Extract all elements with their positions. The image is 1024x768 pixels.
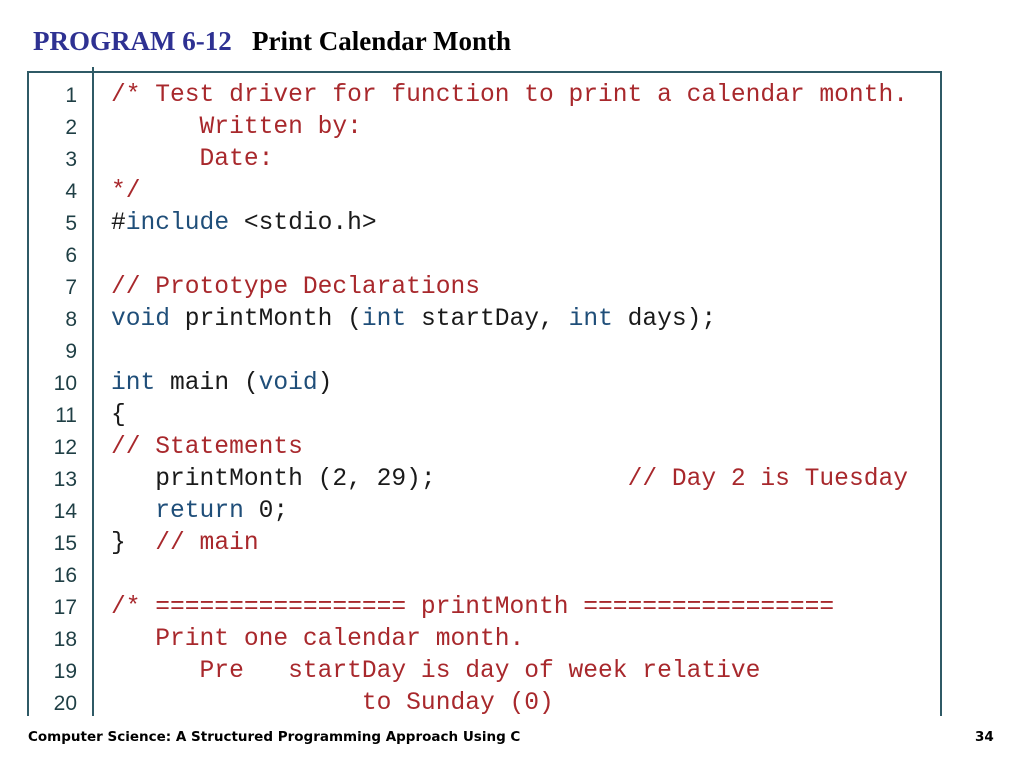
code-text: */ <box>111 176 141 208</box>
line-number: 1 <box>65 84 77 107</box>
code-token: { <box>111 402 126 429</box>
code-keyword: include <box>125 210 230 237</box>
code-comment: /* ================= printMonth ========… <box>111 594 835 621</box>
code-line: 16 <box>0 560 1024 592</box>
code-token: ) <box>317 370 333 397</box>
code-comment: Date: <box>111 146 274 173</box>
code-line: 4 */ <box>0 176 1024 208</box>
code-text: { <box>111 400 126 432</box>
code-token: printMonth (2, 29); <box>111 466 628 493</box>
program-label: PROGRAM 6-12 <box>33 26 232 56</box>
code-text: int main (void) <box>111 368 332 400</box>
code-keyword: void <box>258 370 318 397</box>
code-line: 8 void printMonth (int startDay, int days… <box>0 304 1024 336</box>
code-comment: */ <box>111 178 141 205</box>
code-token: days); <box>612 306 717 333</box>
slide-title: PROGRAM 6-12 Print Calendar Month <box>33 24 511 58</box>
line-number: 8 <box>65 308 77 331</box>
code-line: 5 #include <stdio.h> <box>0 208 1024 240</box>
code-keyword: int <box>361 306 407 333</box>
code-comment: /* Test driver for function to print a c… <box>111 82 908 109</box>
code-line: 14 return 0; <box>0 496 1024 528</box>
code-text: Pre startDay is day of week relative <box>111 656 761 688</box>
code-comment: to Sunday (0) <box>111 690 554 717</box>
code-token: printMonth ( <box>170 306 362 333</box>
code-text: Print one calendar month. <box>111 624 524 656</box>
code-line: 12 // Statements <box>0 432 1024 464</box>
code-line: 7 // Prototype Declarations <box>0 272 1024 304</box>
code-line: 20 to Sunday (0) <box>0 688 1024 720</box>
line-number: 2 <box>65 116 77 139</box>
line-number: 20 <box>53 692 77 715</box>
line-number: 5 <box>65 212 77 235</box>
footer-book-title: Computer Science: A Structured Programmi… <box>28 729 521 745</box>
line-number: 16 <box>53 564 77 587</box>
code-comment: Pre startDay is day of week relative <box>111 658 761 685</box>
code-text: void printMonth (int startDay, int days)… <box>111 304 716 336</box>
code-token: startDay, <box>406 306 569 333</box>
line-number: 10 <box>53 372 77 395</box>
code-token: main ( <box>155 370 259 397</box>
code-line: 1 /* Test driver for function to print a … <box>0 80 1024 112</box>
code-comment: Written by: <box>111 114 362 141</box>
code-keyword: return <box>155 498 244 525</box>
line-number: 19 <box>53 660 77 683</box>
code-line: 17 /* ================= printMonth ======… <box>0 592 1024 624</box>
code-text: /* Test driver for function to print a c… <box>111 80 908 112</box>
code-token: 0; <box>243 498 289 525</box>
line-number: 7 <box>65 276 77 299</box>
code-line: 2 Written by: <box>0 112 1024 144</box>
code-line: 15} // main <box>0 528 1024 560</box>
line-number: 9 <box>65 340 77 363</box>
code-text: return 0; <box>111 496 288 528</box>
code-line: 18 Print one calendar month. <box>0 624 1024 656</box>
code-line: 13 printMonth (2, 29); // Day 2 is Tuesd… <box>0 464 1024 496</box>
code-comment: // Prototype Declarations <box>111 274 480 301</box>
line-number: 18 <box>53 628 77 651</box>
line-number: 11 <box>55 404 77 427</box>
code-text: Date: <box>111 144 274 176</box>
code-comment: // Statements <box>111 434 303 461</box>
line-number: 4 <box>65 180 77 203</box>
code-line: 3 Date: <box>0 144 1024 176</box>
code-text: // Prototype Declarations <box>111 272 480 304</box>
code-text: to Sunday (0) <box>111 688 554 720</box>
code-token: # <box>111 210 126 237</box>
code-text: printMonth (2, 29); // Day 2 is Tuesday <box>111 464 908 496</box>
code-line: 10 int main (void) <box>0 368 1024 400</box>
code-text: Written by: <box>111 112 362 144</box>
code-keyword: int <box>111 370 156 397</box>
code-line: 6 <box>0 240 1024 272</box>
code-token: <stdio.h> <box>229 210 377 237</box>
line-number: 6 <box>65 244 77 267</box>
code-comment: // main <box>155 530 259 557</box>
line-number: 12 <box>53 436 77 459</box>
line-number: 13 <box>53 468 77 491</box>
code-comment: // Day 2 is Tuesday <box>627 466 908 493</box>
line-number: 15 <box>53 532 77 555</box>
code-line: 19 Pre startDay is day of week relative <box>0 656 1024 688</box>
code-text: #include <stdio.h> <box>111 208 377 240</box>
code-line: 9 <box>0 336 1024 368</box>
code-comment: Print one calendar month. <box>111 626 525 653</box>
code-keyword: int <box>568 306 613 333</box>
footer-page-number: 34 <box>975 729 994 745</box>
line-number: 3 <box>65 148 77 171</box>
code-token: } <box>111 530 156 557</box>
program-name: Print Calendar Month <box>251 26 511 56</box>
line-number: 14 <box>53 500 77 523</box>
code-text: // Statements <box>111 432 303 464</box>
code-text: /* ================= printMonth ========… <box>111 592 834 624</box>
code-line: 11 { <box>0 400 1024 432</box>
line-number: 17 <box>53 596 77 619</box>
code-keyword: void <box>111 306 171 333</box>
code-text: } // main <box>111 528 259 560</box>
